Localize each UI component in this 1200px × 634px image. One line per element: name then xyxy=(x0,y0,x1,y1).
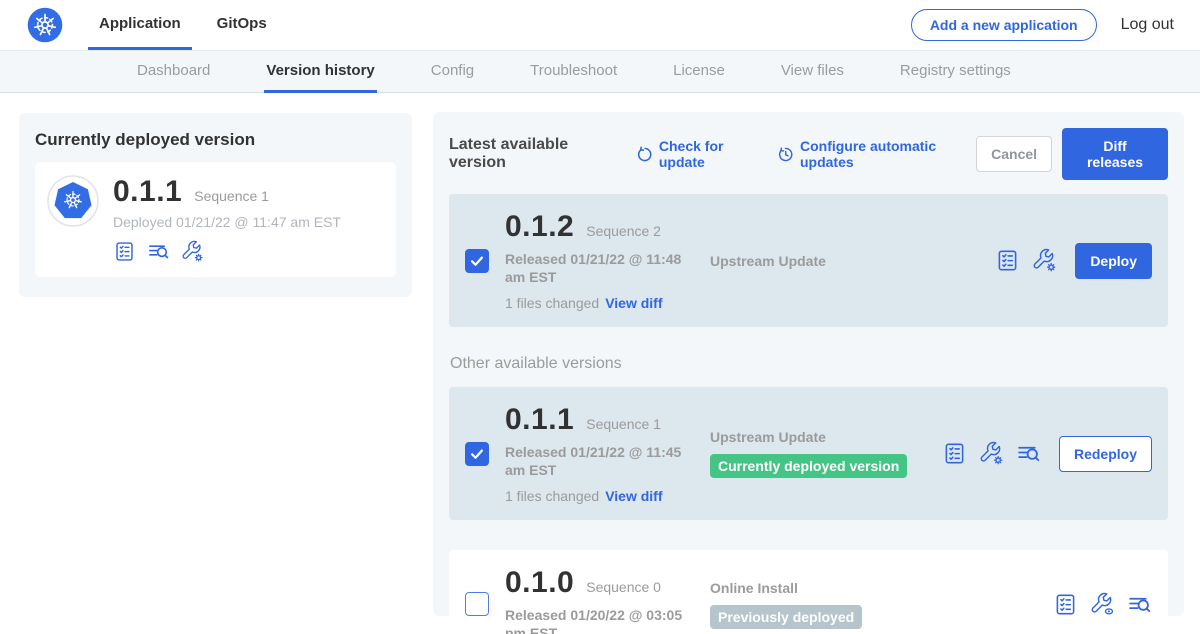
checkmark-icon xyxy=(468,445,486,463)
deploy-logs-icon[interactable] xyxy=(147,240,170,263)
deployed-timestamp: Deployed 01/21/22 @ 11:47 am EST xyxy=(113,214,341,230)
edit-config-icon[interactable] xyxy=(181,240,204,263)
tab-registry-settings[interactable]: Registry settings xyxy=(898,51,1013,93)
version-history-panel: Latest available version Check for updat… xyxy=(433,112,1184,616)
version-sequence: Sequence 0 xyxy=(586,579,661,595)
preflight-checks-icon[interactable] xyxy=(942,441,967,466)
version-number: 0.1.1 xyxy=(505,403,574,437)
deploy-logs-icon[interactable] xyxy=(1016,441,1041,466)
tab-troubleshoot[interactable]: Troubleshoot xyxy=(528,51,619,93)
preflight-checks-icon[interactable] xyxy=(113,240,136,263)
version-checkbox[interactable] xyxy=(465,592,489,616)
check-for-update-link[interactable]: Check for update xyxy=(636,138,763,170)
deployed-sequence: Sequence 1 xyxy=(194,188,269,204)
schedule-icon xyxy=(777,145,794,164)
deployed-version-box: 0.1.1 Sequence 1 Deployed 01/21/22 @ 11:… xyxy=(35,162,396,277)
view-diff-link[interactable]: View diff xyxy=(605,488,662,504)
version-source: Upstream Update xyxy=(710,253,995,269)
other-available-versions-title: Other available versions xyxy=(450,355,1168,373)
released-timestamp: Released 01/21/22 @ 11:48 am EST xyxy=(505,250,701,286)
version-source: Online Install xyxy=(710,580,1053,596)
redeploy-button[interactable]: Redeploy xyxy=(1059,436,1152,472)
currently-deployed-title: Currently deployed version xyxy=(35,130,396,150)
version-row-011: 0.1.1 Sequence 1 Released 01/21/22 @ 11:… xyxy=(449,387,1168,520)
tab-application[interactable]: Application xyxy=(88,0,192,50)
preflight-checks-icon[interactable] xyxy=(995,248,1020,273)
checkmark-icon xyxy=(468,252,486,270)
version-row-010: 0.1.0 Sequence 0 Released 01/20/22 @ 03:… xyxy=(449,550,1168,634)
diff-releases-button[interactable]: Diff releases xyxy=(1062,128,1168,180)
edit-config-icon[interactable] xyxy=(979,441,1004,466)
kubernetes-logo-icon xyxy=(27,7,63,43)
released-timestamp: Released 01/20/22 @ 03:05 pm EST xyxy=(505,606,701,634)
version-checkbox[interactable] xyxy=(465,249,489,273)
latest-available-title: Latest available version xyxy=(449,136,614,172)
app-tabs: Application GitOps xyxy=(88,0,292,50)
version-row-012: 0.1.2 Sequence 2 Released 01/21/22 @ 11:… xyxy=(449,194,1168,327)
tab-license[interactable]: License xyxy=(671,51,727,93)
released-timestamp: Released 01/21/22 @ 11:45 am EST xyxy=(505,443,701,479)
logout-link[interactable]: Log out xyxy=(1121,16,1174,34)
deploy-logs-icon[interactable] xyxy=(1127,592,1152,617)
version-checkbox[interactable] xyxy=(465,442,489,466)
version-number: 0.1.0 xyxy=(505,566,574,600)
view-diff-link[interactable]: View diff xyxy=(605,295,662,311)
deploy-button[interactable]: Deploy xyxy=(1075,243,1152,279)
cancel-button[interactable]: Cancel xyxy=(976,136,1052,172)
view-config-icon[interactable] xyxy=(1090,592,1115,617)
currently-deployed-card: Currently deployed version 0.1.1 Sequenc… xyxy=(19,113,412,297)
configure-automatic-updates-link[interactable]: Configure automatic updates xyxy=(777,138,976,170)
top-nav: Application GitOps Add a new application… xyxy=(0,0,1200,50)
version-sequence: Sequence 1 xyxy=(586,416,661,432)
add-new-application-button[interactable]: Add a new application xyxy=(911,9,1097,41)
edit-config-icon[interactable] xyxy=(1032,248,1057,273)
version-source: Upstream Update xyxy=(710,429,942,445)
version-sequence: Sequence 2 xyxy=(586,223,661,239)
app-logo-icon xyxy=(47,175,99,227)
app-sub-nav: Dashboard Version history Config Trouble… xyxy=(0,50,1200,93)
tab-config[interactable]: Config xyxy=(429,51,476,93)
deployed-version-number: 0.1.1 xyxy=(113,175,182,209)
files-changed-label: 1 files changed xyxy=(505,295,599,311)
tab-version-history[interactable]: Version history xyxy=(264,51,376,93)
tab-gitops[interactable]: GitOps xyxy=(206,0,278,50)
previously-deployed-badge: Previously deployed xyxy=(710,605,862,629)
version-number: 0.1.2 xyxy=(505,210,574,244)
preflight-checks-icon[interactable] xyxy=(1053,592,1078,617)
files-changed-label: 1 files changed xyxy=(505,488,599,504)
tab-dashboard[interactable]: Dashboard xyxy=(135,51,212,93)
refresh-icon xyxy=(636,145,653,164)
tab-view-files[interactable]: View files xyxy=(779,51,846,93)
currently-deployed-badge: Currently deployed version xyxy=(710,454,907,478)
